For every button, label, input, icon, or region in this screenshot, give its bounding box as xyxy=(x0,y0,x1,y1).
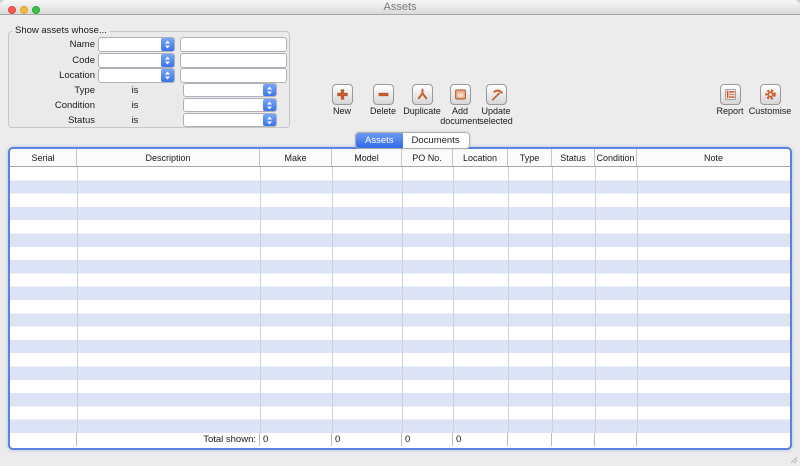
tool-report: Report xyxy=(708,84,752,117)
status-operator: is xyxy=(125,115,145,126)
total-make: 0 xyxy=(260,433,332,446)
column-divider xyxy=(77,167,78,433)
code-value-input[interactable] xyxy=(180,53,287,68)
column-header-type[interactable]: Type xyxy=(508,149,552,166)
customise-icon xyxy=(763,87,778,102)
stepper-icon xyxy=(161,69,174,82)
column-divider xyxy=(332,167,333,433)
tab-documents[interactable]: Documents xyxy=(403,133,469,148)
column-divider xyxy=(637,167,638,433)
location-comparator-select[interactable] xyxy=(98,68,175,83)
column-header-serial[interactable]: Serial xyxy=(10,149,77,166)
assets-table: Serial Description Make Model PO No. Loc… xyxy=(8,147,792,450)
table-body-empty[interactable] xyxy=(10,167,790,433)
location-label: Location xyxy=(0,70,95,81)
column-divider xyxy=(595,167,596,433)
column-divider xyxy=(552,167,553,433)
stepper-icon xyxy=(161,54,174,67)
status-label: Status xyxy=(0,115,95,126)
report-icon xyxy=(723,87,738,102)
tool-delete: Delete xyxy=(361,84,405,117)
column-header-status[interactable]: Status xyxy=(552,149,595,166)
total-cell-serial xyxy=(10,433,77,446)
code-comparator-select[interactable] xyxy=(98,53,175,68)
column-header-make[interactable]: Make xyxy=(260,149,332,166)
total-location: 0 xyxy=(453,433,508,446)
column-header-condition[interactable]: Condition xyxy=(595,149,637,166)
total-shown-label: Total shown: xyxy=(77,433,260,446)
stepper-icon xyxy=(263,114,276,126)
total-cell-condition xyxy=(595,433,637,446)
code-label: Code xyxy=(0,55,95,66)
assets-window: Assets Show assets whose... Name Code Lo… xyxy=(0,0,800,466)
filter-row-status: Status is xyxy=(0,113,300,129)
update-selected-button[interactable] xyxy=(486,84,507,105)
status-select[interactable] xyxy=(183,113,277,127)
filter-row-location: Location xyxy=(0,68,300,84)
tool-new: New xyxy=(320,84,364,117)
stepper-icon xyxy=(263,84,276,96)
tab-assets[interactable]: Assets xyxy=(356,133,403,148)
report-button[interactable] xyxy=(720,84,741,105)
titlebar: Assets xyxy=(0,0,800,15)
filter-row-type: Type is xyxy=(0,83,300,99)
stepper-icon xyxy=(263,99,276,111)
column-header-description[interactable]: Description xyxy=(77,149,260,166)
column-header-po-no[interactable]: PO No. xyxy=(402,149,453,166)
condition-select[interactable] xyxy=(183,98,277,112)
plus-icon xyxy=(335,87,350,102)
duplicate-button[interactable] xyxy=(412,84,433,105)
delete-button[interactable] xyxy=(373,84,394,105)
filter-legend: Show assets whose... xyxy=(12,25,110,36)
add-document-button[interactable]: w xyxy=(450,84,471,105)
column-divider xyxy=(453,167,454,433)
window-title: Assets xyxy=(0,1,800,13)
delete-button-label: Delete xyxy=(361,107,405,117)
type-select[interactable] xyxy=(183,83,277,97)
total-po-no: 0 xyxy=(402,433,453,446)
total-cell-note xyxy=(637,433,790,446)
filter-row-name: Name xyxy=(0,37,300,53)
stepper-icon xyxy=(161,38,174,51)
minus-icon xyxy=(376,87,391,102)
total-cell-status xyxy=(552,433,595,446)
duplicate-icon xyxy=(415,87,430,102)
tool-update-selected: Update selected xyxy=(474,84,518,127)
table-header-row: Serial Description Make Model PO No. Loc… xyxy=(10,149,790,167)
customise-button-label: Customise xyxy=(748,107,792,117)
filter-row-code: Code xyxy=(0,53,300,69)
filter-row-condition: Condition is xyxy=(0,98,300,114)
tab-bar: Assets Documents xyxy=(355,132,470,149)
update-selected-icon xyxy=(489,87,504,102)
total-cell-type xyxy=(508,433,552,446)
resize-grip[interactable] xyxy=(788,454,798,464)
column-header-model[interactable]: Model xyxy=(332,149,402,166)
condition-operator: is xyxy=(125,100,145,111)
customise-button[interactable] xyxy=(760,84,781,105)
location-value-input[interactable] xyxy=(180,68,287,83)
name-label: Name xyxy=(0,39,95,50)
svg-text:w: w xyxy=(456,92,463,99)
total-model: 0 xyxy=(332,433,402,446)
type-operator: is xyxy=(125,85,145,96)
update-selected-button-label: Update selected xyxy=(474,107,518,127)
name-value-input[interactable] xyxy=(180,37,287,52)
total-row: Total shown: 0 0 0 0 xyxy=(10,433,790,446)
new-button[interactable] xyxy=(332,84,353,105)
condition-label: Condition xyxy=(0,100,95,111)
column-divider xyxy=(260,167,261,433)
add-document-icon: w xyxy=(453,87,468,102)
tool-customise: Customise xyxy=(748,84,792,117)
type-label: Type xyxy=(0,85,95,96)
column-header-note[interactable]: Note xyxy=(637,149,790,166)
column-header-location[interactable]: Location xyxy=(453,149,508,166)
new-button-label: New xyxy=(320,107,364,117)
column-divider xyxy=(508,167,509,433)
column-divider xyxy=(402,167,403,433)
name-comparator-select[interactable] xyxy=(98,37,175,52)
report-button-label: Report xyxy=(708,107,752,117)
